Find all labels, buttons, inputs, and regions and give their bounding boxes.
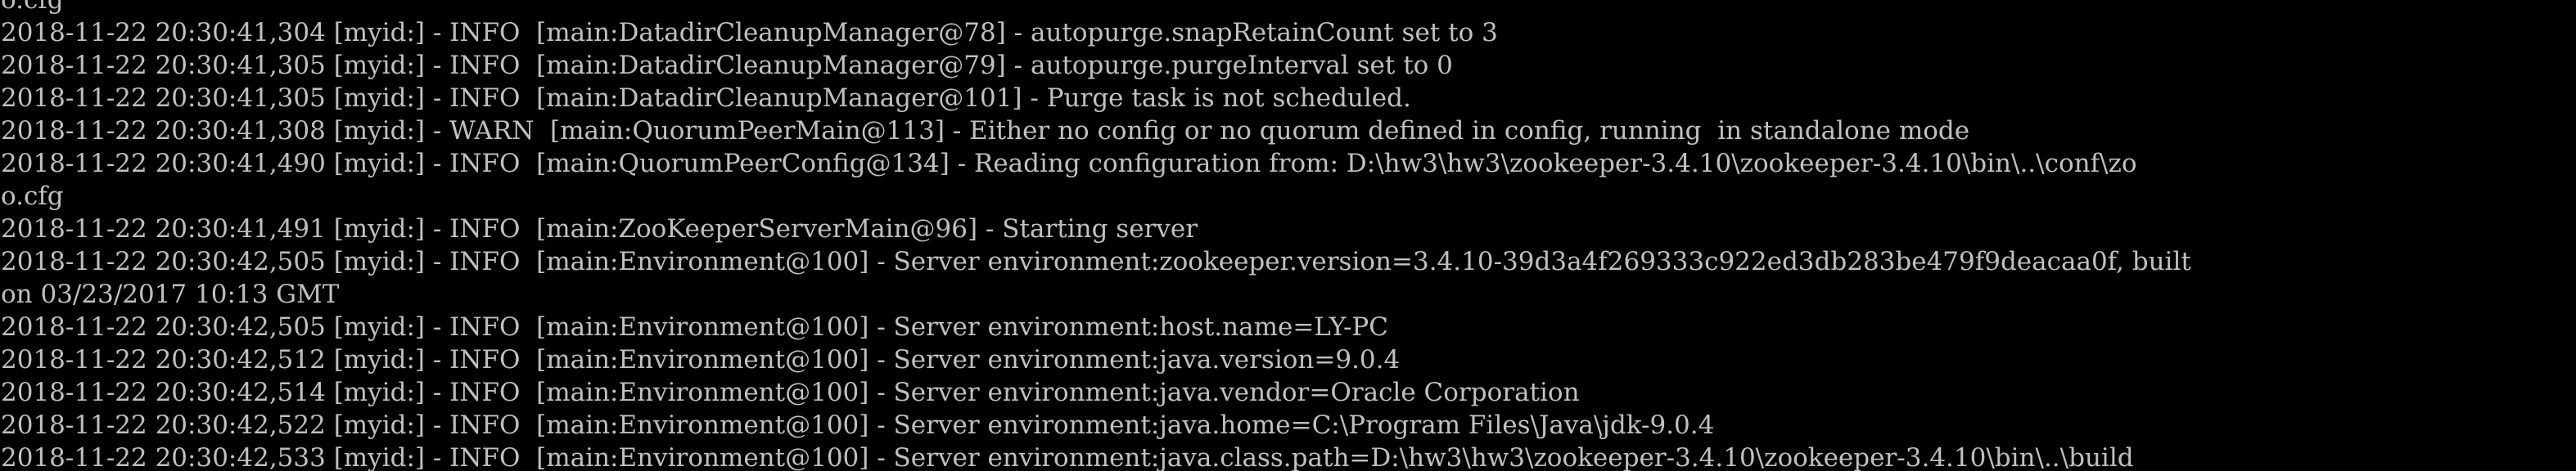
console-line: 2018-11-22 20:30:41,490 [myid:] - INFO [… xyxy=(1,149,2137,178)
console-line: o.cfg xyxy=(1,0,64,15)
console-line: 2018-11-22 20:30:42,533 [myid:] - INFO [… xyxy=(1,443,2134,471)
console-line: 2018-11-22 20:30:42,505 [myid:] - INFO [… xyxy=(1,247,2191,276)
console-line: 2018-11-22 20:30:42,512 [myid:] - INFO [… xyxy=(1,345,1401,375)
console-line: 2018-11-22 20:30:41,305 [myid:] - INFO [… xyxy=(1,83,1411,113)
console-line: 2018-11-22 20:30:41,491 [myid:] - INFO [… xyxy=(1,214,1198,244)
console-line: 2018-11-22 20:30:42,505 [myid:] - INFO [… xyxy=(1,312,1389,342)
console-line: 2018-11-22 20:30:41,304 [myid:] - INFO [… xyxy=(1,18,1498,47)
console-line: 2018-11-22 20:30:42,514 [myid:] - INFO [… xyxy=(1,378,1580,407)
console-line: on 03/23/2017 10:13 GMT xyxy=(1,280,340,309)
console-window[interactable]: o.cfg 2018-11-22 20:30:41,304 [myid:] - … xyxy=(0,0,2576,471)
console-line: o.cfg xyxy=(1,182,64,211)
console-line: 2018-11-22 20:30:41,308 [myid:] - WARN [… xyxy=(1,116,1970,146)
console-line: 2018-11-22 20:30:42,522 [myid:] - INFO [… xyxy=(1,410,1715,440)
console-line: 2018-11-22 20:30:41,305 [myid:] - INFO [… xyxy=(1,51,1453,80)
